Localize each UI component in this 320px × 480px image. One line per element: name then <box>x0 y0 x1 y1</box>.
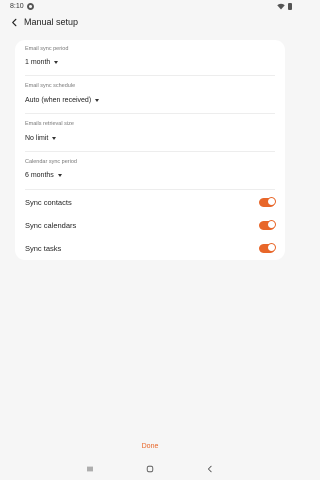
sync-tasks-toggle[interactable] <box>259 243 276 253</box>
page-title: Manual setup <box>24 17 79 27</box>
wifi-icon <box>277 3 285 9</box>
settings-card: Email sync period 1 month Email sync sch… <box>15 40 285 260</box>
setting-label: Email sync period <box>25 46 69 52</box>
toggle-label: Sync calendars <box>25 221 77 230</box>
back-icon <box>208 465 212 473</box>
setting-value: No limit <box>25 135 49 142</box>
sync-calendars-toggle[interactable] <box>259 220 276 230</box>
battery-icon <box>288 2 292 10</box>
toggle-row-sync-calendars: Sync calendars <box>15 214 285 237</box>
email-sync-schedule-dropdown[interactable]: Auto (when received) <box>25 97 100 104</box>
calendar-sync-period-dropdown[interactable]: 6 months <box>25 172 62 179</box>
caret-down-icon <box>57 174 62 177</box>
done-button[interactable]: Done <box>0 443 300 450</box>
setting-value: 6 months <box>25 172 54 179</box>
back-arrow-icon <box>11 18 16 26</box>
recents-icon <box>87 466 93 472</box>
sync-contacts-toggle[interactable] <box>259 197 276 207</box>
status-time: 8:10 <box>10 2 24 10</box>
notification-icon <box>26 2 34 10</box>
status-right <box>277 2 292 10</box>
back-button[interactable] <box>4 12 24 32</box>
status-bar: 8:10 <box>0 0 300 12</box>
toggle-label: Sync contacts <box>25 198 72 207</box>
setting-value: 1 month <box>25 59 51 66</box>
recents-button[interactable] <box>82 461 98 477</box>
navigation-bar <box>0 458 300 480</box>
setting-value: Auto (when received) <box>25 97 92 104</box>
toggle-row-sync-tasks: Sync tasks <box>15 237 285 260</box>
divider <box>25 75 275 76</box>
divider <box>25 151 275 152</box>
nav-back-button[interactable] <box>202 461 218 477</box>
setting-label: Email sync schedule <box>25 83 76 89</box>
toggle-label: Sync tasks <box>25 244 62 253</box>
setting-label: Calendar sync period <box>25 159 77 165</box>
setting-label: Emails retrieval size <box>25 121 74 127</box>
email-sync-period-dropdown[interactable]: 1 month <box>25 59 59 66</box>
divider <box>25 113 275 114</box>
caret-down-icon <box>52 137 57 140</box>
toggle-row-sync-contacts: Sync contacts <box>15 191 285 214</box>
status-left: 8:10 <box>10 2 34 10</box>
caret-down-icon <box>95 99 100 102</box>
app-bar: Manual setup <box>0 12 300 32</box>
emails-retrieval-size-dropdown[interactable]: No limit <box>25 135 57 142</box>
home-icon <box>146 465 154 473</box>
divider <box>25 189 275 190</box>
caret-down-icon <box>54 61 59 64</box>
home-button[interactable] <box>142 461 158 477</box>
